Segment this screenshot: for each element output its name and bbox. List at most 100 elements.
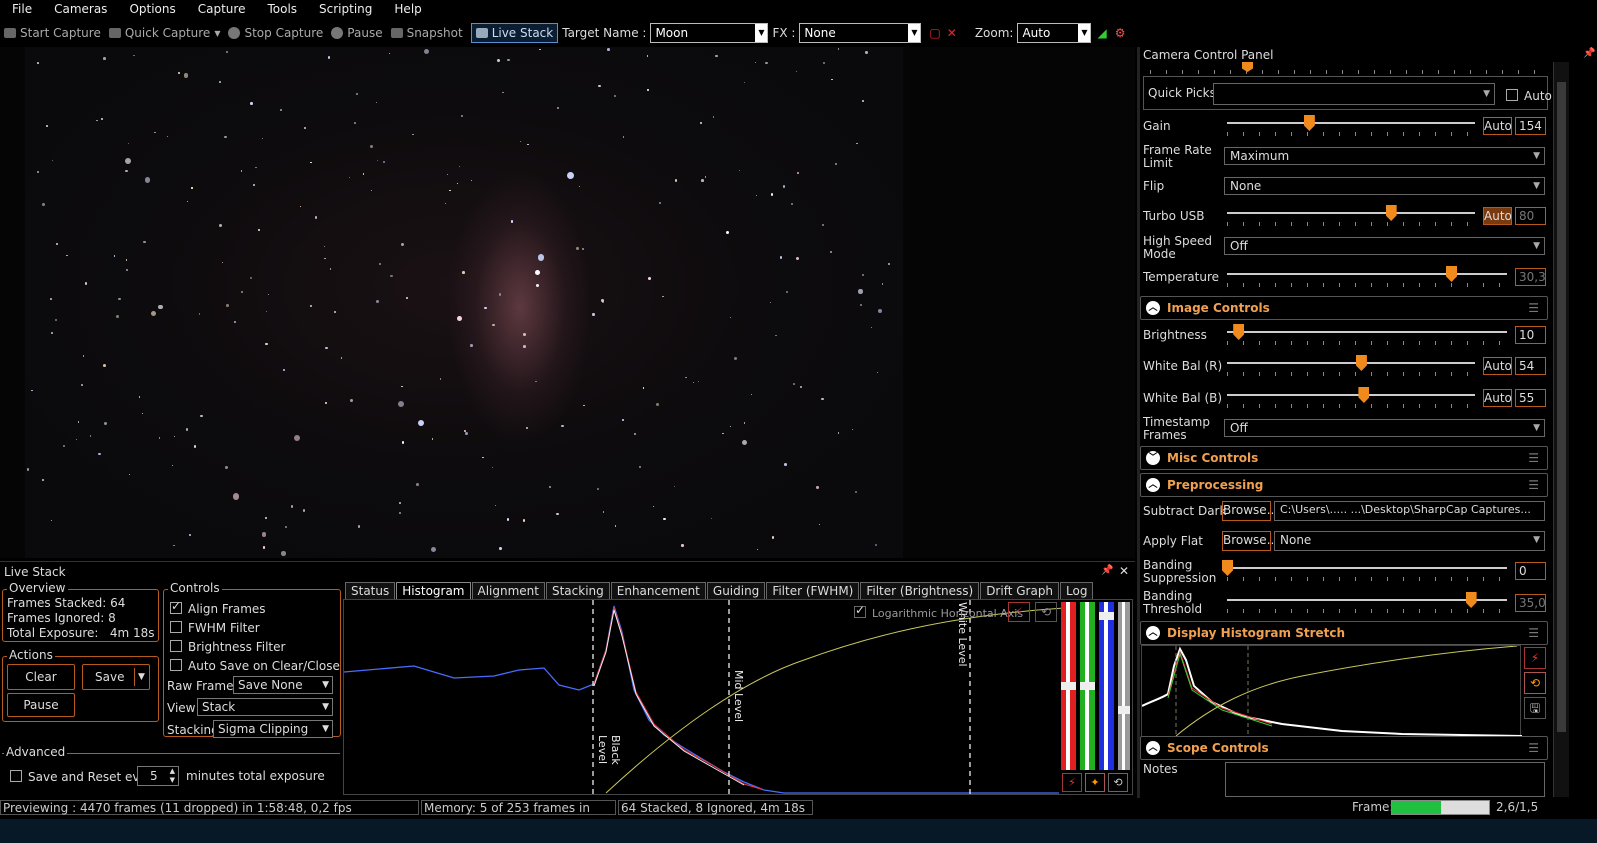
turbo-usb-value[interactable]: 80 (1515, 207, 1546, 225)
wb-red-slider[interactable] (1227, 362, 1475, 364)
banding-suppression-value[interactable]: 0 (1515, 562, 1546, 580)
snapshot-button[interactable]: Snapshot (387, 26, 467, 40)
flip-select[interactable]: None ▼ (1224, 177, 1545, 195)
tab-drift-graph[interactable]: Drift Graph (980, 582, 1060, 599)
pin-icon[interactable]: 📌 (1583, 48, 1595, 59)
tab-enhancement[interactable]: Enhancement (610, 582, 706, 599)
banding-threshold-slider[interactable] (1227, 599, 1507, 601)
scrollbar-thumb[interactable] (1557, 82, 1566, 732)
stack-histogram[interactable]: Black Level Mid Level White Level Logari… (343, 599, 1133, 796)
menu-icon[interactable]: ☰ (1528, 447, 1539, 469)
turbo-auto-button[interactable]: Auto (1483, 207, 1512, 225)
align-frames-option[interactable]: Align Frames (170, 600, 266, 616)
chevron-down-icon[interactable]: ▼ (1078, 24, 1091, 42)
start-capture-button[interactable]: Start Capture (0, 26, 105, 40)
tab-stacking[interactable]: Stacking (545, 582, 610, 599)
stop-capture-button[interactable]: Stop Capture (224, 26, 327, 40)
stacking-select[interactable]: Sigma Clipping ▼ (213, 720, 333, 738)
red-channel-slider[interactable] (1061, 602, 1076, 770)
menu-icon[interactable]: ☰ (1528, 297, 1539, 319)
brightness-filter-checkbox[interactable] (170, 640, 182, 652)
collapse-icon[interactable]: ︿ (1146, 626, 1160, 640)
zoom-select[interactable]: Auto ▼ (1017, 23, 1092, 43)
close-icon[interactable]: ✕ (1119, 564, 1129, 578)
fwhm-filter-checkbox[interactable] (170, 621, 182, 633)
log-axis-checkbox[interactable] (854, 604, 866, 618)
auto-stretch-icon[interactable]: ⚡ (1008, 602, 1030, 622)
luminance-channel-slider[interactable] (1118, 602, 1130, 770)
banding-suppression-slider[interactable] (1227, 567, 1507, 569)
quick-picks-auto[interactable]: Auto (1506, 89, 1552, 103)
flat-file-select[interactable]: None ▼ (1274, 531, 1545, 551)
raw-frames-select[interactable]: Save None ▼ (233, 676, 333, 694)
brightness-filter-option[interactable]: Brightness Filter (170, 640, 285, 654)
blue-channel-slider[interactable] (1099, 602, 1114, 770)
menu-icon[interactable]: ☰ (1528, 474, 1539, 496)
pin-icon[interactable]: 📌 (1101, 565, 1113, 576)
log-axis-option[interactable]: Logarithmic Horizontal Axis (854, 604, 1023, 620)
tab-guiding[interactable]: Guiding (706, 582, 766, 599)
clear-button[interactable]: Clear (7, 664, 75, 690)
menu-options[interactable]: Options (118, 0, 186, 18)
scope-controls-header[interactable]: ︿ Scope Controls ☰ (1140, 736, 1548, 760)
brightness-slider[interactable] (1227, 331, 1507, 333)
high-speed-select[interactable]: Off ▼ (1224, 237, 1545, 255)
misc-controls-header[interactable]: ﹀ Misc Controls ☰ (1140, 446, 1548, 470)
gain-value[interactable]: 154 (1515, 117, 1546, 135)
tab-log[interactable]: Log (1060, 582, 1094, 599)
quick-picks-select[interactable]: ▼ (1213, 83, 1495, 105)
menu-scripting[interactable]: Scripting (308, 0, 383, 18)
chevron-down-icon[interactable]: ▼ (134, 668, 148, 686)
minutes-stepper[interactable]: 5 ▲ ▼ (137, 766, 179, 786)
notes-field[interactable] (1225, 762, 1545, 797)
brightness-value[interactable]: 10 (1515, 326, 1546, 344)
tab-filter-fwhm[interactable]: Filter (FWHM) (766, 582, 860, 599)
display-histogram-header[interactable]: ︿ Display Histogram Stretch ☰ (1140, 621, 1548, 645)
chevron-down-icon[interactable]: ▼ (214, 29, 220, 38)
menu-tools[interactable]: Tools (256, 0, 308, 18)
menu-cameras[interactable]: Cameras (43, 0, 118, 18)
tab-histogram[interactable]: Histogram (396, 582, 471, 599)
gain-slider[interactable] (1227, 122, 1475, 124)
browse-flat-button[interactable]: Browse... (1222, 531, 1278, 551)
gain-auto-button[interactable]: Auto (1483, 117, 1512, 135)
auto-stretch-icon[interactable]: ⚡ (1524, 647, 1546, 669)
star-icon[interactable]: ✦ (1085, 773, 1105, 792)
stepper-arrows-icon[interactable]: ▲ ▼ (170, 767, 175, 785)
image-preview[interactable] (0, 47, 1135, 558)
expand-icon[interactable]: ﹀ (1146, 451, 1160, 465)
green-channel-slider[interactable] (1080, 602, 1095, 770)
reticle-icon[interactable]: ▢ (929, 26, 940, 40)
pause-button[interactable]: Pause (327, 26, 386, 40)
tab-status[interactable]: Status (345, 582, 396, 599)
collapse-icon[interactable]: ︿ (1146, 478, 1160, 492)
pause-stack-button[interactable]: Pause (7, 693, 75, 717)
reset-icon[interactable]: ⟲ (1035, 602, 1057, 622)
timestamp-select[interactable]: Off ▼ (1224, 419, 1545, 437)
quick-capture-button[interactable]: Quick Capture ▼ (105, 26, 225, 40)
tab-alignment[interactable]: Alignment (471, 582, 545, 599)
auto-save-option[interactable]: Auto Save on Clear/Close (170, 659, 340, 673)
save-icon[interactable]: 🖫 (1524, 697, 1546, 719)
reset-icon[interactable]: ⟲ (1108, 773, 1128, 792)
menu-help[interactable]: Help (383, 0, 432, 18)
auto-save-checkbox[interactable] (170, 659, 182, 671)
fwhm-filter-option[interactable]: FWHM Filter (170, 621, 260, 635)
browse-dark-button[interactable]: Browse... (1222, 501, 1278, 521)
display-histogram-plot[interactable] (1141, 645, 1523, 738)
reset-icon[interactable]: ⟲ (1524, 672, 1546, 694)
histogram-icon[interactable]: ◢ (1097, 26, 1106, 40)
auto-stretch-icon[interactable]: ⚡ (1062, 773, 1082, 792)
wb-blue-auto-button[interactable]: Auto (1483, 389, 1512, 407)
fx-select[interactable]: None ▼ (799, 23, 922, 43)
menu-icon[interactable]: ☰ (1528, 737, 1539, 759)
turbo-usb-slider[interactable] (1227, 212, 1475, 214)
chevron-down-icon[interactable]: ▼ (908, 24, 921, 42)
chevron-down-icon[interactable]: ▼ (755, 24, 768, 42)
live-stack-button[interactable]: Live Stack (470, 23, 559, 43)
collapse-icon[interactable]: ︿ (1146, 301, 1160, 315)
menu-capture[interactable]: Capture (187, 0, 257, 18)
auto-checkbox[interactable] (1506, 89, 1518, 101)
collapse-icon[interactable]: ︿ (1146, 741, 1160, 755)
banding-threshold-value[interactable]: 35,0 (1515, 594, 1546, 612)
